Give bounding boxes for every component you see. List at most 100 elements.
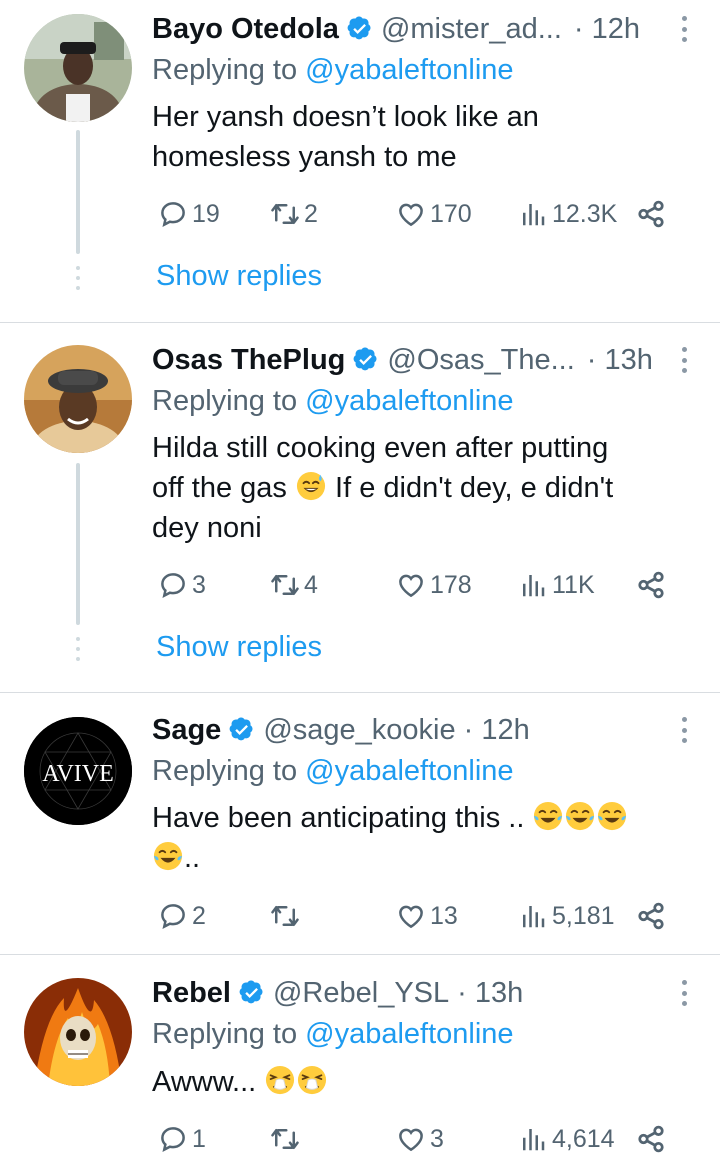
retweet-count: 2 (304, 199, 318, 228)
comment-icon (161, 573, 185, 598)
retweet-icon (271, 1129, 299, 1149)
comment-button[interactable]: 1 (158, 1121, 206, 1157)
tears-of-joy-emoji-icon (534, 801, 563, 831)
text-line: off the gas If e didn't dey, e didn't (152, 468, 682, 508)
avatar[interactable] (24, 14, 132, 122)
text-line: dey noni (152, 512, 262, 544)
retweet-button[interactable]: 4 (270, 567, 318, 603)
verified-badge-icon (239, 980, 263, 1004)
sneezing-face-emoji-icon (266, 1065, 295, 1095)
like-button[interactable]: 13 (396, 898, 458, 934)
text-segment: off the gas (152, 472, 287, 504)
views-button[interactable]: 4,614 (518, 1121, 615, 1157)
share-icon (638, 571, 664, 599)
retweet-button[interactable]: 2 (270, 196, 318, 232)
views-count: 12.3K (552, 199, 618, 228)
show-replies-link[interactable]: Show replies (156, 631, 322, 664)
text-line: Her yansh doesn’t look like an (152, 101, 539, 133)
author-handle[interactable]: @Rebel_YSL (273, 977, 449, 1010)
tweet-header: Osas ThePlug @Osas_The... · 13h (152, 340, 664, 380)
like-button[interactable]: 3 (396, 1121, 444, 1157)
like-icon (399, 203, 423, 227)
views-icon (523, 575, 545, 597)
thread-dots-icon (74, 637, 82, 661)
author-handle[interactable]: @mister_ad... (381, 13, 562, 46)
share-button[interactable] (636, 898, 670, 934)
tweet-header: Rebel @Rebel_YSL · 13h (152, 973, 664, 1013)
replying-prefix: Replying to (152, 755, 306, 787)
more-options-icon[interactable] (680, 347, 688, 373)
comment-button[interactable]: 3 (158, 567, 206, 603)
views-button[interactable]: 5,181 (518, 898, 615, 934)
replying-prefix: Replying to (152, 54, 306, 86)
tweet-3[interactable]: AVIVE Sage @sage_kookie · 12h Replying t… (0, 693, 720, 954)
share-button[interactable] (636, 567, 670, 603)
tweet-text: Awww... (152, 1062, 682, 1102)
like-count: 3 (430, 1124, 444, 1153)
text-line: Hilda still cooking even after putting (152, 432, 609, 464)
comment-icon (161, 1127, 185, 1152)
tweet-text: Hilda still cooking even after putting o… (152, 428, 682, 548)
tweet-header: Bayo Otedola @mister_ad... · 12h (152, 9, 664, 49)
tweet-actions: 3 4 178 11K (152, 567, 692, 603)
views-icon (523, 204, 545, 226)
text-segment: Awww... (152, 1066, 257, 1098)
tears-of-joy-emoji-icon (598, 801, 627, 831)
sneezing-face-emoji-icon (298, 1065, 327, 1095)
tweet-4[interactable]: Rebel @Rebel_YSL · 13h Replying to @yaba… (0, 955, 720, 1173)
avatar[interactable] (24, 345, 132, 453)
more-options-icon[interactable] (680, 717, 688, 743)
views-button[interactable]: 12.3K (518, 196, 617, 232)
more-options-icon[interactable] (680, 980, 688, 1006)
share-button[interactable] (636, 1121, 670, 1157)
replying-mention[interactable]: @yabaleftonline (305, 755, 513, 787)
more-options-icon[interactable] (680, 16, 688, 42)
share-icon (638, 902, 664, 930)
tears-of-joy-emoji-icon (566, 801, 595, 831)
sweat-smile-emoji-icon (296, 471, 326, 501)
tweet-2[interactable]: Osas ThePlug @Osas_The... · 13h Replying… (0, 323, 720, 692)
like-button[interactable]: 170 (396, 196, 472, 232)
share-icon (638, 200, 664, 228)
comment-count: 1 (192, 1124, 206, 1153)
replying-to: Replying to @yabaleftonline (152, 1018, 514, 1051)
avatar[interactable]: AVIVE (24, 717, 132, 825)
tweet-1[interactable]: Bayo Otedola @mister_ad... · 12h Replyin… (0, 0, 720, 322)
tweet-time[interactable]: · 13h (587, 344, 653, 377)
show-replies-link[interactable]: Show replies (156, 260, 322, 293)
replying-prefix: Replying to (152, 385, 306, 417)
tweet-time[interactable]: · 12h (574, 13, 640, 46)
views-icon (523, 906, 545, 928)
verified-badge-icon (347, 16, 371, 40)
author-handle[interactable]: @sage_kookie (263, 714, 455, 747)
comment-button[interactable]: 19 (158, 196, 220, 232)
tweet-time[interactable]: · 12h (464, 714, 530, 747)
author-name[interactable]: Osas ThePlug (152, 344, 345, 377)
replying-mention[interactable]: @yabaleftonline (305, 385, 513, 417)
like-button[interactable]: 178 (396, 567, 472, 603)
text-segment: .. (184, 842, 201, 874)
replying-mention[interactable]: @yabaleftonline (305, 54, 513, 86)
share-button[interactable] (636, 196, 670, 232)
author-name[interactable]: Rebel (152, 977, 231, 1010)
tweet-actions: 19 2 170 12.3K (152, 196, 692, 232)
author-handle[interactable]: @Osas_The... (387, 344, 574, 377)
author-name[interactable]: Bayo Otedola (152, 13, 339, 46)
retweet-button[interactable] (270, 1121, 304, 1157)
tweet-text: Her yansh doesn’t look like an homesless… (152, 97, 682, 177)
comment-count: 3 (192, 570, 206, 599)
retweet-icon (271, 906, 299, 926)
text-line: .. (152, 838, 682, 878)
tears-of-joy-emoji-icon (153, 841, 183, 871)
text-line: homesless yansh to me (152, 141, 457, 173)
tweet-time[interactable]: · 13h (457, 977, 523, 1010)
avatar[interactable] (24, 978, 132, 1086)
retweet-icon (271, 204, 299, 224)
comment-button[interactable]: 2 (158, 898, 206, 934)
author-name[interactable]: Sage (152, 714, 221, 747)
comment-count: 19 (192, 199, 220, 228)
verified-badge-icon (353, 347, 377, 371)
replying-mention[interactable]: @yabaleftonline (305, 1018, 513, 1050)
retweet-button[interactable] (270, 898, 304, 934)
views-button[interactable]: 11K (518, 567, 595, 603)
